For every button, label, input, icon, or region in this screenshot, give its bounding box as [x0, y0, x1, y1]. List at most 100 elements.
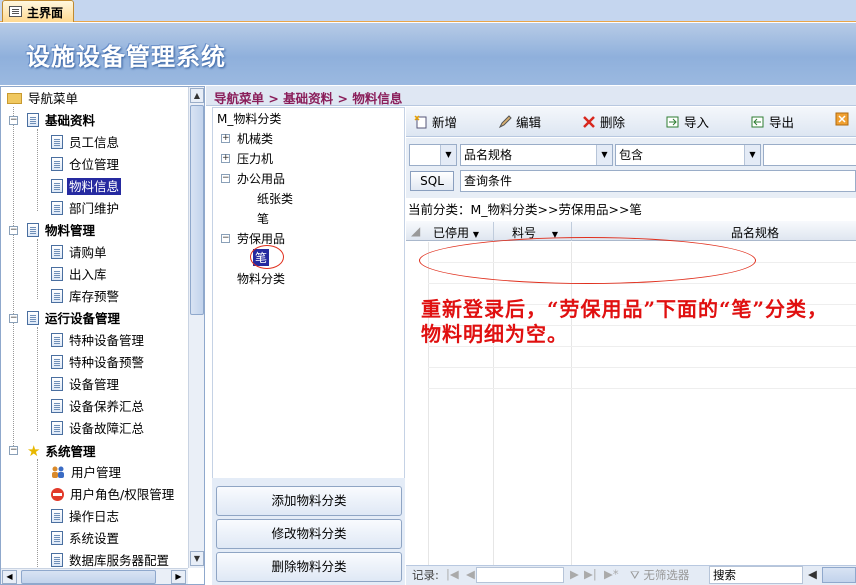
nav-item-maintenance-summary[interactable]: 设备保养汇总: [51, 396, 146, 418]
nav-group-equipment[interactable]: 运行设备管理: [27, 308, 122, 330]
nav-item-employee-info[interactable]: 员工信息: [51, 132, 121, 154]
new-button[interactable]: 新增: [414, 112, 457, 131]
scroll-left-icon[interactable]: ◀: [2, 570, 17, 584]
nav-item-location-manage[interactable]: 仓位管理: [51, 154, 121, 176]
grid-column-line: [428, 242, 429, 565]
category-root[interactable]: M_物料分类: [217, 110, 281, 127]
collapse-icon[interactable]: −: [9, 226, 18, 235]
annotation-ellipse-grid: [419, 237, 756, 284]
nav-item-special-equipment-alert[interactable]: 特种设备预警: [51, 352, 146, 374]
current-category-label: 当前分类：M_物料分类>>劳保用品>>笔: [408, 202, 642, 217]
expand-icon[interactable]: +: [221, 154, 230, 163]
category-node-material-class[interactable]: 物料分类: [237, 270, 285, 287]
export-button[interactable]: 导出: [751, 112, 794, 131]
scroll-left-icon[interactable]: ◀: [808, 567, 817, 581]
delete-category-button[interactable]: 删除物料分类: [216, 552, 402, 582]
sort-dropdown-icon: ▼: [472, 230, 479, 239]
last-record-icon[interactable]: ▶|: [584, 567, 597, 581]
import-button[interactable]: 导入: [666, 112, 709, 131]
scroll-thumb[interactable]: [21, 570, 156, 584]
nav-item-department[interactable]: 部门维护: [51, 198, 121, 220]
close-icon: [835, 112, 849, 126]
nav-vertical-scrollbar[interactable]: ▲ ▼: [188, 87, 204, 568]
nav-item-operation-log[interactable]: 操作日志: [51, 506, 121, 528]
first-record-icon[interactable]: |◀: [446, 567, 459, 581]
category-node-protective[interactable]: 劳保用品: [237, 230, 285, 247]
collapse-icon[interactable]: −: [221, 234, 230, 243]
database-icon: [51, 553, 63, 567]
delete-button[interactable]: 删除: [582, 112, 625, 131]
sql-button[interactable]: SQL: [410, 171, 454, 191]
edit-category-button[interactable]: 修改物料分类: [216, 519, 402, 549]
category-node-machinery[interactable]: 机械类: [237, 130, 273, 147]
tree-connector: [37, 327, 38, 431]
nav-item-stock-in-out[interactable]: 出入库: [51, 264, 109, 286]
column-header-disabled[interactable]: 已停用 ▼: [433, 224, 479, 241]
scroll-up-icon[interactable]: ▲: [190, 88, 204, 103]
grid-hscroll-thumb[interactable]: [822, 567, 856, 583]
category-node-paper[interactable]: 纸张类: [257, 190, 293, 207]
search-input[interactable]: 搜索: [709, 566, 803, 584]
record-label: 记录:: [412, 568, 439, 582]
nav-group-system[interactable]: ★ 系统管理: [27, 440, 97, 462]
nav-item-user-manage[interactable]: 用户管理: [51, 462, 123, 484]
collapse-icon[interactable]: −: [221, 174, 230, 183]
no-filter-indicator[interactable]: ⛛ 无筛选器: [630, 567, 689, 583]
operator-select[interactable]: 包含 ▼: [615, 144, 761, 166]
annotation-ellipse-node: [250, 245, 284, 269]
annotation-note: 重新登录后，“劳保用品”下面的“笔”分类，物料明细为空。: [421, 297, 829, 346]
nav-item-system-settings[interactable]: 系统设置: [51, 528, 121, 550]
document-icon: [51, 333, 63, 347]
nav-root[interactable]: 导航菜单: [7, 88, 80, 110]
edit-button[interactable]: 编辑: [498, 112, 541, 131]
next-record-icon[interactable]: ▶: [570, 567, 579, 581]
collapse-icon[interactable]: −: [9, 446, 18, 455]
tab-main-label: 主界面: [27, 6, 64, 20]
category-node-office[interactable]: 办公用品: [237, 170, 285, 187]
add-category-button[interactable]: 添加物料分类: [216, 486, 402, 516]
category-node-pen-office[interactable]: 笔: [257, 210, 269, 227]
edit-pencil-icon: [498, 115, 512, 129]
grid-row-line: [428, 367, 856, 368]
nav-horizontal-scrollbar[interactable]: ◀ ▶: [1, 568, 188, 584]
nav-item-special-equipment[interactable]: 特种设备管理: [51, 330, 146, 352]
value-input[interactable]: [763, 144, 856, 166]
tree-connector: [37, 459, 38, 569]
close-button[interactable]: [835, 112, 853, 127]
document-tab-strip: [0, 0, 856, 22]
expand-icon[interactable]: +: [221, 134, 230, 143]
app-title: 设施设备管理系统: [26, 43, 226, 71]
document-icon: [51, 135, 63, 149]
collapse-icon[interactable]: −: [9, 116, 18, 125]
settings-document-icon: [51, 531, 63, 545]
query-condition-input[interactable]: 查询条件: [460, 170, 856, 192]
no-entry-icon: [51, 488, 64, 501]
nav-group-material-manage[interactable]: 物料管理: [27, 220, 97, 242]
grid-row-line: [428, 388, 856, 389]
tab-main[interactable]: 主界面: [2, 0, 74, 22]
collapse-icon[interactable]: −: [9, 314, 18, 323]
chevron-down-icon: ▼: [440, 145, 456, 165]
scroll-down-icon[interactable]: ▼: [190, 551, 204, 566]
scroll-right-icon[interactable]: ▶: [171, 570, 186, 584]
category-node-press[interactable]: 压力机: [237, 150, 273, 167]
select-all-corner[interactable]: ◢: [411, 224, 420, 238]
column-header-spec[interactable]: 品名规格: [731, 224, 779, 241]
document-icon: [51, 377, 63, 391]
previous-record-icon[interactable]: ◀: [466, 567, 475, 581]
logic-select[interactable]: ▼: [409, 144, 457, 166]
nav-item-material-info[interactable]: 物料信息: [51, 176, 122, 198]
nav-item-purchase-request[interactable]: 请购单: [51, 242, 109, 264]
nav-item-equipment-manage[interactable]: 设备管理: [51, 374, 121, 396]
record-number-input[interactable]: [476, 567, 564, 583]
nav-item-fault-summary[interactable]: 设备故障汇总: [51, 418, 146, 440]
scroll-thumb[interactable]: [190, 105, 204, 315]
nav-item-stock-alert[interactable]: 库存预警: [51, 286, 121, 308]
new-record-icon: [414, 115, 427, 129]
new-record-nav-icon[interactable]: ▶*: [604, 567, 619, 581]
nav-item-role-permission[interactable]: 用户角色/权限管理: [51, 484, 176, 506]
chevron-down-icon: ▼: [744, 145, 760, 165]
delete-x-icon: [583, 116, 595, 128]
field-select[interactable]: 品名规格 ▼: [460, 144, 613, 166]
nav-group-basic-data[interactable]: 基础资料: [27, 110, 97, 132]
